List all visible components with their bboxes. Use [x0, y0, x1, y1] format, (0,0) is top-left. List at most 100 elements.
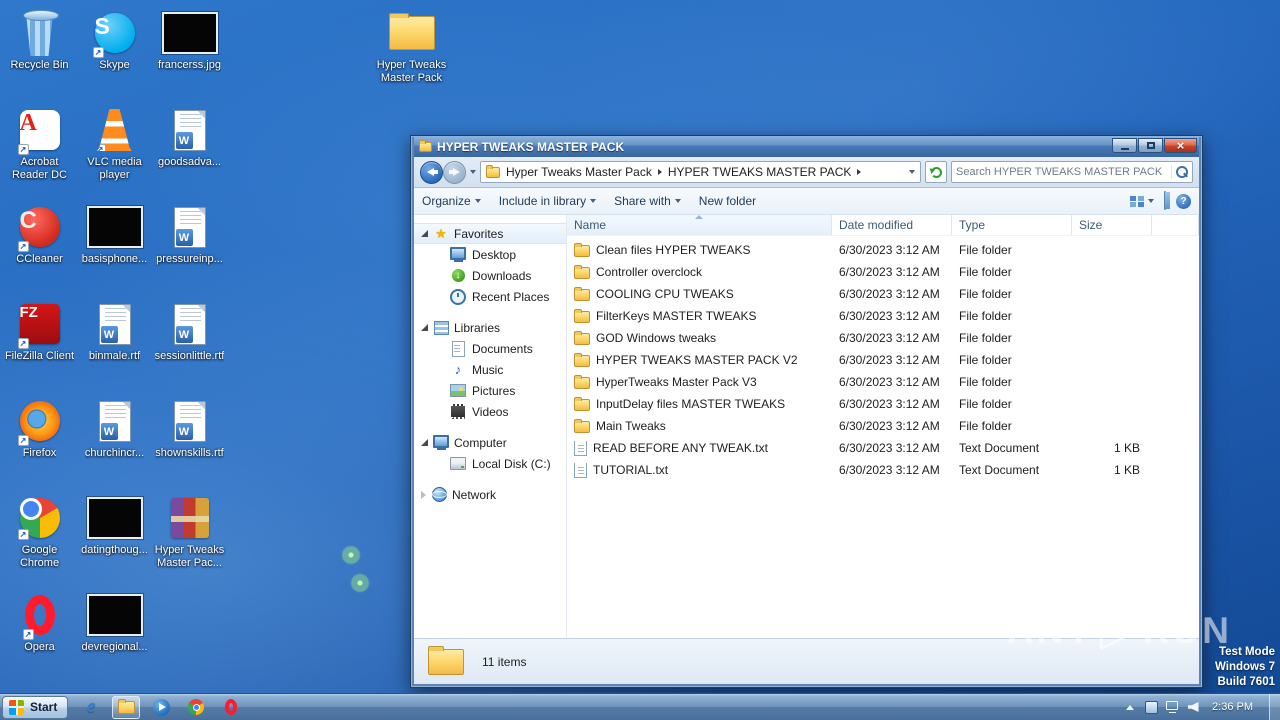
tray-app-icon[interactable] — [1144, 700, 1158, 714]
maximize-button[interactable] — [1138, 138, 1163, 153]
desktop-icon-binmale-rtf[interactable]: binmale.rtf — [77, 297, 152, 394]
breadcrumb[interactable]: Hyper Tweaks Master Pack HYPER TWEAKS MA… — [480, 161, 921, 183]
network-icon[interactable] — [1165, 700, 1179, 714]
breadcrumb-separator-icon[interactable] — [857, 169, 862, 175]
collapse-icon[interactable] — [421, 439, 428, 446]
file-row-filterkeys-master-tweaks[interactable]: FilterKeys MASTER TWEAKS 6/30/2023 3:12 A… — [567, 305, 1199, 327]
desktop-icon-datingthoug[interactable]: datingthoug... — [77, 491, 152, 588]
desktop-icon-firefox[interactable]: ↗ Firefox — [2, 394, 77, 491]
expand-icon[interactable] — [421, 490, 426, 499]
search-icon[interactable] — [1171, 165, 1188, 179]
desktop-icon-devregional[interactable]: devregional... — [77, 588, 152, 685]
sidebar-item-desktop[interactable]: Desktop — [414, 244, 566, 265]
volume-icon[interactable] — [1186, 700, 1200, 714]
desktop-icon-vlc-media-player[interactable]: ↗ VLC media player — [77, 103, 152, 200]
desktop-icon-francerss-jpg[interactable]: francerss.jpg — [152, 6, 227, 103]
taskbar-windows-explorer[interactable] — [112, 695, 141, 719]
window-titlebar[interactable]: HYPER TWEAKS MASTER PACK × — [414, 136, 1199, 157]
file-row-hyper-tweaks-master-pack-v2[interactable]: HYPER TWEAKS MASTER PACK V2 6/30/2023 3:1… — [567, 349, 1199, 371]
search-box[interactable] — [951, 161, 1193, 183]
breadcrumb-separator-icon[interactable] — [657, 169, 662, 175]
sidebar-item-label: Computer — [454, 435, 507, 450]
address-dropdown-chevron-icon[interactable] — [909, 170, 915, 174]
sidebar-item-downloads[interactable]: Downloads — [414, 265, 566, 286]
desktop-icon-opera[interactable]: ↗ Opera — [2, 588, 77, 685]
column-header-date-modified[interactable]: Date modified — [832, 215, 952, 235]
sidebar-item-favorites[interactable]: Favorites — [414, 223, 566, 244]
breadcrumb-segment-parent[interactable]: Hyper Tweaks Master Pack — [506, 165, 652, 179]
forward-button[interactable] — [443, 160, 466, 184]
wmp-icon — [152, 698, 170, 716]
file-row-god-windows-tweaks[interactable]: GOD Windows tweaks 6/30/2023 3:12 AM File … — [567, 327, 1199, 349]
downloads-icon — [450, 268, 466, 284]
recent-pages-chevron-icon[interactable] — [470, 170, 476, 174]
sidebar-item-network[interactable]: Network — [414, 484, 566, 505]
folder-icon — [574, 375, 590, 389]
sidebar-item-label: Desktop — [472, 247, 517, 262]
change-view-button[interactable] — [1130, 195, 1154, 207]
desktop-icon-skype[interactable]: ↗Skype — [77, 6, 152, 103]
taskbar-opera[interactable] — [217, 696, 245, 719]
file-row-tutorial-txt[interactable]: TUTORIAL.txt 6/30/2023 3:12 AM Text Docume… — [567, 459, 1199, 481]
close-button[interactable]: × — [1164, 138, 1197, 153]
command-include-in-library[interactable]: Include in library — [499, 194, 597, 208]
show-desktop-button[interactable] — [1269, 694, 1280, 720]
sidebar-item-libraries[interactable]: Libraries — [414, 317, 566, 338]
start-button[interactable]: Start — [2, 695, 69, 719]
desktop-icon-pressureinp[interactable]: pressureinp... — [152, 200, 227, 297]
column-header-size[interactable]: Size — [1072, 215, 1152, 235]
desktop-icon-goodsadva[interactable]: goodsadva... — [152, 103, 227, 200]
sidebar-item-music[interactable]: Music — [414, 359, 566, 380]
search-input[interactable] — [956, 166, 1171, 178]
test-mode-line: Build 7601 — [1217, 676, 1275, 688]
file-row-read-before-any-tweak-txt[interactable]: READ BEFORE ANY TWEAK.txt 6/30/2023 3:12 … — [567, 437, 1199, 459]
sidebar-item-videos[interactable]: Videos — [414, 401, 566, 422]
desktop-icon-label: goodsadva... — [158, 156, 221, 168]
command-share-with[interactable]: Share with — [614, 194, 681, 208]
desktop-icon-label: Hyper Tweaks Master Pack — [376, 59, 447, 84]
file-type: File folder — [959, 353, 1012, 367]
desktop-icon-basisphone[interactable]: basisphone... — [77, 200, 152, 297]
file-row-hypertweaks-master-pack-v3[interactable]: HyperTweaks Master Pack V3 6/30/2023 3:12… — [567, 371, 1199, 393]
sidebar-item-recent-places[interactable]: Recent Places — [414, 286, 566, 307]
taskbar-internet-explorer[interactable] — [77, 696, 105, 719]
desktop-icon-filezilla-client[interactable]: ↗FileZilla Client — [2, 297, 77, 394]
desktop-icon-acrobat-reader-dc[interactable]: ↗Acrobat Reader DC — [2, 103, 77, 200]
column-header-name[interactable]: Name — [567, 215, 832, 235]
back-button[interactable] — [420, 160, 443, 184]
collapse-icon[interactable] — [421, 230, 428, 237]
file-name-cell: TUTORIAL.txt — [567, 463, 832, 478]
desktop-icon-hyper-tweaks-master-pac[interactable]: Hyper Tweaks Master Pac... — [152, 491, 227, 588]
taskbar-clock[interactable]: 2:36 PM — [1208, 701, 1261, 713]
refresh-button[interactable] — [925, 161, 947, 183]
command-organize[interactable]: Organize — [422, 194, 481, 208]
command-new-folder[interactable]: New folder — [699, 194, 756, 208]
desktop-icon-google-chrome[interactable]: ↗ Google Chrome — [2, 491, 77, 588]
column-header-type[interactable]: Type — [952, 215, 1072, 235]
help-button[interactable] — [1176, 193, 1191, 209]
sidebar-item-local-disk-c[interactable]: Local Disk (C:) — [414, 453, 566, 474]
sidebar-item-computer[interactable]: Computer — [414, 432, 566, 453]
desktop-icon-shownskills-rtf[interactable]: shownskills.rtf — [152, 394, 227, 491]
desktop-icon-sessionlittle-rtf[interactable]: sessionlittle.rtf — [152, 297, 227, 394]
file-row-controller-overclock[interactable]: Controller overclock 6/30/2023 3:12 AM Fil… — [567, 261, 1199, 283]
desktop-icon-hyper-tweaks-master-pack-folder[interactable]: Hyper Tweaks Master Pack — [374, 6, 449, 85]
breadcrumb-segment-current[interactable]: HYPER TWEAKS MASTER PACK — [668, 165, 852, 179]
desktop-icon-churchincr[interactable]: churchincr... — [77, 394, 152, 491]
taskbar-media-player[interactable] — [147, 696, 175, 719]
taskbar-google-chrome[interactable] — [182, 696, 210, 719]
preview-pane-button[interactable] — [1164, 191, 1166, 210]
shortcut-arrow-icon: ↗ — [92, 47, 104, 58]
file-row-main-tweaks[interactable]: Main Tweaks 6/30/2023 3:12 AM File folder — [567, 415, 1199, 437]
desktop-icon-ccleaner[interactable]: ↗CCleaner — [2, 200, 77, 297]
file-row-cooling-cpu-tweaks[interactable]: COOLING CPU TWEAKS 6/30/2023 3:12 AM File … — [567, 283, 1199, 305]
hidden-icons-chevron-icon[interactable] — [1123, 700, 1137, 714]
window-folder-icon — [419, 139, 432, 152]
file-row-inputdelay-files-master-tweaks[interactable]: InputDelay files MASTER TWEAKS 6/30/2023 … — [567, 393, 1199, 415]
minimize-button[interactable] — [1112, 138, 1137, 153]
file-row-clean-files-hyper-tweaks[interactable]: Clean files HYPER TWEAKS 6/30/2023 3:12 A… — [567, 239, 1199, 261]
desktop-icon-recycle-bin[interactable]: Recycle Bin — [2, 6, 77, 103]
collapse-icon[interactable] — [421, 324, 428, 331]
sidebar-item-documents[interactable]: Documents — [414, 338, 566, 359]
sidebar-item-pictures[interactable]: Pictures — [414, 380, 566, 401]
